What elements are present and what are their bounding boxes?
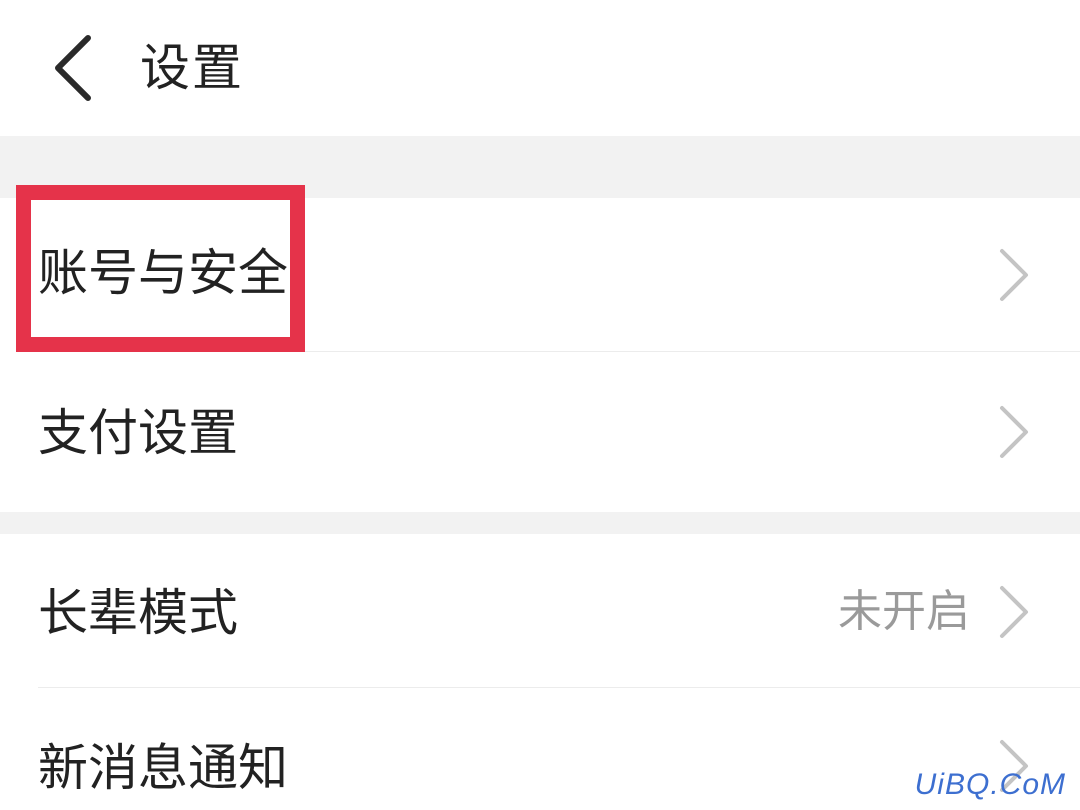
- settings-item-payment[interactable]: 支付设置: [0, 354, 1080, 512]
- top-bar: 设置: [0, 0, 1080, 136]
- back-button[interactable]: [44, 30, 104, 106]
- settings-item-label: 账号与安全: [38, 244, 288, 302]
- settings-item-elder-mode[interactable]: 长辈模式 未开启: [0, 534, 1080, 688]
- watermark: UiBQ.CoM: [914, 768, 1066, 801]
- chevron-right-icon: [1000, 249, 1028, 301]
- settings-item-label: 支付设置: [38, 404, 238, 462]
- chevron-right-icon: [1000, 586, 1028, 638]
- settings-item-value: 未开启: [838, 586, 970, 637]
- settings-item-account-security[interactable]: 账号与安全: [0, 198, 1080, 352]
- section-gap: [0, 136, 1080, 198]
- chevron-right-icon: [1000, 406, 1028, 458]
- divider: [38, 351, 1080, 352]
- section-gap: [0, 512, 1080, 534]
- page-title: 设置: [140, 39, 244, 97]
- chevron-left-icon: [55, 35, 91, 101]
- settings-item-label: 长辈模式: [38, 584, 238, 642]
- settings-item-label: 新消息通知: [38, 739, 288, 797]
- divider: [38, 687, 1080, 688]
